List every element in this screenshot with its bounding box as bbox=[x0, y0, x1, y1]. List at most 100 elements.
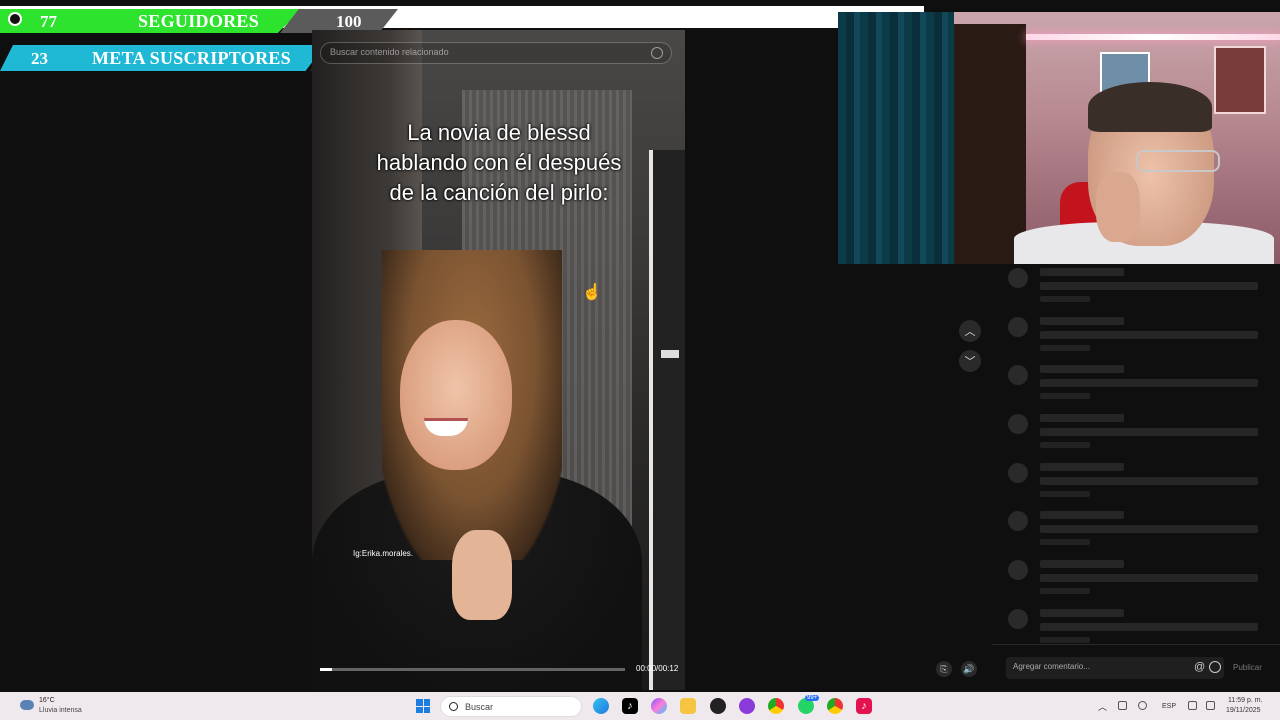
comment-skeleton bbox=[1008, 414, 1268, 454]
search-icon[interactable] bbox=[651, 47, 663, 59]
weather-icon[interactable] bbox=[20, 700, 34, 710]
comment-skeleton bbox=[1008, 560, 1268, 600]
comment-input-placeholder: Agregar comentario... bbox=[1013, 662, 1090, 671]
skeleton-line bbox=[1040, 268, 1124, 276]
video-watermark: Ig:Erika.morales. bbox=[353, 549, 414, 558]
video-progress-bar[interactable] bbox=[320, 668, 625, 671]
followers-label: SEGUIDORES bbox=[138, 11, 260, 31]
skeleton-line bbox=[1040, 525, 1258, 533]
comment-skeleton bbox=[1008, 511, 1268, 551]
mention-icon[interactable]: @ bbox=[1194, 661, 1205, 673]
skeleton-line bbox=[1040, 331, 1258, 339]
skeleton-line bbox=[1040, 574, 1258, 582]
video-scene-frame bbox=[649, 150, 685, 690]
avatar bbox=[1008, 317, 1028, 337]
skeleton-line bbox=[1040, 414, 1124, 422]
skeleton-line bbox=[1040, 477, 1258, 485]
avatar bbox=[1008, 268, 1028, 288]
speaker-icon[interactable] bbox=[1206, 701, 1215, 710]
webcam-hand bbox=[1096, 172, 1140, 242]
tray-chevron-icon[interactable]: ︿ bbox=[1098, 700, 1107, 713]
followers-current: 77 bbox=[40, 12, 57, 31]
skeleton-line bbox=[1040, 623, 1258, 631]
share-icon[interactable]: ⎘ bbox=[936, 661, 952, 677]
video-player[interactable]: Buscar contenido relacionado La novia de… bbox=[312, 30, 685, 690]
taskbar-search[interactable]: Buscar bbox=[440, 696, 582, 717]
comment-skeleton bbox=[1008, 609, 1268, 649]
taskbar: 16°C Lluvia intensa Buscar ♪ 99+ ♪ ︿ ESP… bbox=[0, 692, 1280, 720]
skeleton-line bbox=[1040, 282, 1258, 290]
weather-temp: 16°C bbox=[39, 697, 55, 704]
emoji-icon[interactable] bbox=[1209, 661, 1221, 673]
related-search-input[interactable]: Buscar contenido relacionado bbox=[320, 42, 672, 64]
skeleton-line bbox=[1040, 539, 1090, 545]
skeleton-line bbox=[1040, 511, 1124, 519]
search-icon bbox=[449, 702, 458, 711]
obs-icon[interactable] bbox=[710, 698, 726, 714]
avatar bbox=[1008, 511, 1028, 531]
stream-screen: 77 SEGUIDORES 100 23 META SUSCRIPTORES 5… bbox=[0, 0, 1280, 720]
webcam-cabinet bbox=[954, 24, 1026, 264]
skeleton-line bbox=[1040, 491, 1090, 497]
skeleton-line bbox=[1040, 365, 1124, 373]
webcam-glasses bbox=[1136, 150, 1220, 172]
caption-line: hablando con él después bbox=[376, 150, 622, 175]
chrome-icon[interactable] bbox=[768, 698, 784, 714]
post-button[interactable]: Publicar bbox=[1233, 663, 1262, 672]
video-caption: La novia de blessd hablando con él despu… bbox=[342, 118, 656, 208]
skeleton-line bbox=[1040, 637, 1090, 643]
video-scene-hand bbox=[452, 530, 512, 620]
comment-skeleton bbox=[1008, 365, 1268, 405]
comments-divider bbox=[992, 644, 1280, 645]
file-explorer-icon[interactable] bbox=[680, 698, 696, 714]
app-circle-icon[interactable] bbox=[739, 698, 755, 714]
comment-input[interactable]: Agregar comentario... @ bbox=[1006, 657, 1224, 679]
webcam-curtain bbox=[838, 12, 954, 264]
webcam-feed bbox=[838, 12, 1280, 264]
comment-skeleton bbox=[1008, 463, 1268, 503]
webcam-poster bbox=[1214, 46, 1266, 114]
comment-skeleton bbox=[1008, 268, 1268, 308]
skeleton-line bbox=[1040, 428, 1258, 436]
edge-icon[interactable] bbox=[593, 698, 609, 714]
video-time: 00:00/00:12 bbox=[636, 664, 679, 673]
caption-line: La novia de blessd bbox=[407, 120, 591, 145]
volume-icon[interactable]: 🔊 bbox=[961, 661, 977, 677]
taskbar-search-label: Buscar bbox=[465, 702, 494, 712]
video-progress-fill bbox=[320, 668, 332, 671]
chrome-profile-icon[interactable] bbox=[827, 698, 843, 714]
skeleton-line bbox=[1040, 463, 1124, 471]
tray-app-icon[interactable] bbox=[1138, 701, 1147, 710]
avatar bbox=[1008, 365, 1028, 385]
skeleton-line bbox=[1040, 393, 1090, 399]
channel-icon bbox=[8, 12, 22, 26]
comment-skeleton bbox=[1008, 317, 1268, 357]
clock-time[interactable]: 11:59 p. m. bbox=[1228, 697, 1263, 704]
tray-app-icon[interactable] bbox=[1118, 701, 1127, 710]
weather-desc: Lluvia intensa bbox=[39, 707, 82, 714]
network-icon[interactable] bbox=[1188, 701, 1197, 710]
tiktok-live-icon[interactable]: ♪ bbox=[856, 698, 872, 714]
related-search-placeholder: Buscar contenido relacionado bbox=[330, 47, 449, 57]
hand-cursor-icon: ☝ bbox=[582, 284, 602, 301]
skeleton-line bbox=[1040, 379, 1258, 387]
skeleton-line bbox=[1040, 588, 1090, 594]
webcam-hair bbox=[1088, 82, 1212, 132]
skeleton-line bbox=[1040, 560, 1124, 568]
language-indicator[interactable]: ESP bbox=[1162, 703, 1176, 710]
windows-start-icon[interactable] bbox=[416, 699, 430, 713]
followers-goal: 100 bbox=[336, 12, 362, 31]
skeleton-line bbox=[1040, 345, 1090, 351]
avatar bbox=[1008, 414, 1028, 434]
tiktok-icon[interactable]: ♪ bbox=[622, 698, 638, 714]
avatar bbox=[1008, 463, 1028, 483]
chevron-up-icon[interactable]: ︿ bbox=[959, 320, 981, 342]
whatsapp-badge: 99+ bbox=[805, 695, 820, 701]
skeleton-line bbox=[1040, 317, 1124, 325]
chevron-down-icon[interactable]: ﹀ bbox=[959, 350, 981, 372]
avatar bbox=[1008, 560, 1028, 580]
subs-label: META SUSCRIPTORES bbox=[92, 48, 291, 68]
copilot-icon[interactable] bbox=[651, 698, 667, 714]
avatar bbox=[1008, 609, 1028, 629]
clock-date[interactable]: 19/11/2025 bbox=[1226, 707, 1261, 714]
